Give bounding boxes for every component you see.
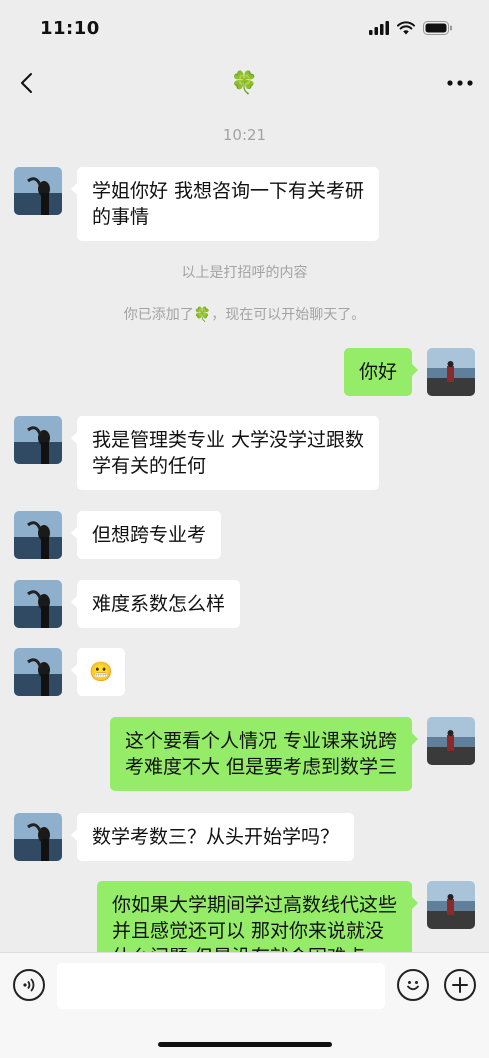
wifi-icon	[397, 21, 415, 35]
status-bar: 11:10	[0, 0, 489, 56]
system-greeting-notice: 以上是打招呼的内容	[181, 265, 308, 281]
emoji-button[interactable]	[397, 969, 429, 1001]
more-functions-button[interactable]	[444, 969, 476, 1001]
nav-bar: 🍀	[0, 56, 489, 110]
my-avatar[interactable]	[427, 717, 475, 765]
smiley-icon	[407, 981, 419, 991]
signal-icon	[369, 21, 389, 35]
status-icons	[369, 21, 453, 35]
contact-avatar[interactable]	[14, 813, 62, 861]
message-bubble[interactable]: 你好	[343, 348, 419, 396]
contact-avatar[interactable]	[14, 580, 62, 628]
clover-glyph: 🍀	[193, 307, 212, 323]
my-avatar[interactable]	[427, 348, 475, 396]
voice-button[interactable]	[13, 969, 45, 1001]
plus-icon	[452, 977, 468, 993]
home-indicator	[158, 1042, 332, 1047]
system-added-suffix: ，现在可以开始聊天了。	[211, 307, 366, 323]
voice-icon	[23, 978, 35, 992]
message-bubble[interactable]: 难度系数怎么样	[70, 580, 241, 628]
system-added-prefix: 你已添加了	[123, 307, 194, 323]
message-bubble[interactable]: 你如果大学期间学过高数线代这些 并且感觉还可以 那对你来说就没 什么问题 但是没…	[96, 881, 419, 952]
system-added-notice: 你已添加了🍀，现在可以开始聊天了。	[0, 304, 489, 324]
contact-avatar[interactable]	[14, 648, 62, 696]
chevron-left-icon[interactable]	[16, 71, 40, 95]
message-bubble[interactable]: 但想跨专业考	[70, 511, 222, 559]
chat-area[interactable]: 10:21 学姐你好 我想咨询一下有关考研 的事情 以上是打招呼的内容 你已添加…	[0, 110, 489, 952]
chat-title: 🍀	[230, 70, 259, 96]
message-bubble[interactable]: 这个要看个人情况 专业课来说跨 考难度不大 但是要考虑到数学三	[109, 717, 419, 791]
battery-icon	[423, 21, 452, 35]
message-bubble-emoji[interactable]: 😬	[71, 648, 125, 696]
message-bubble[interactable]: 我是管理类专业 大学没学过跟数 学有关的任何	[70, 416, 380, 490]
more-icon[interactable]	[447, 79, 473, 87]
contact-avatar[interactable]	[14, 511, 62, 559]
message-input[interactable]	[57, 963, 385, 1009]
message-bubble[interactable]: 数学考数三？从头开始学吗？	[70, 813, 355, 861]
contact-avatar[interactable]	[14, 167, 62, 215]
message-bubble[interactable]: 学姐你好 我想咨询一下有关考研 的事情	[70, 167, 380, 241]
my-avatar[interactable]	[427, 881, 475, 929]
message-timestamp: 10:21	[222, 126, 267, 144]
contact-avatar[interactable]	[14, 416, 62, 464]
status-time: 11:10	[40, 17, 100, 39]
